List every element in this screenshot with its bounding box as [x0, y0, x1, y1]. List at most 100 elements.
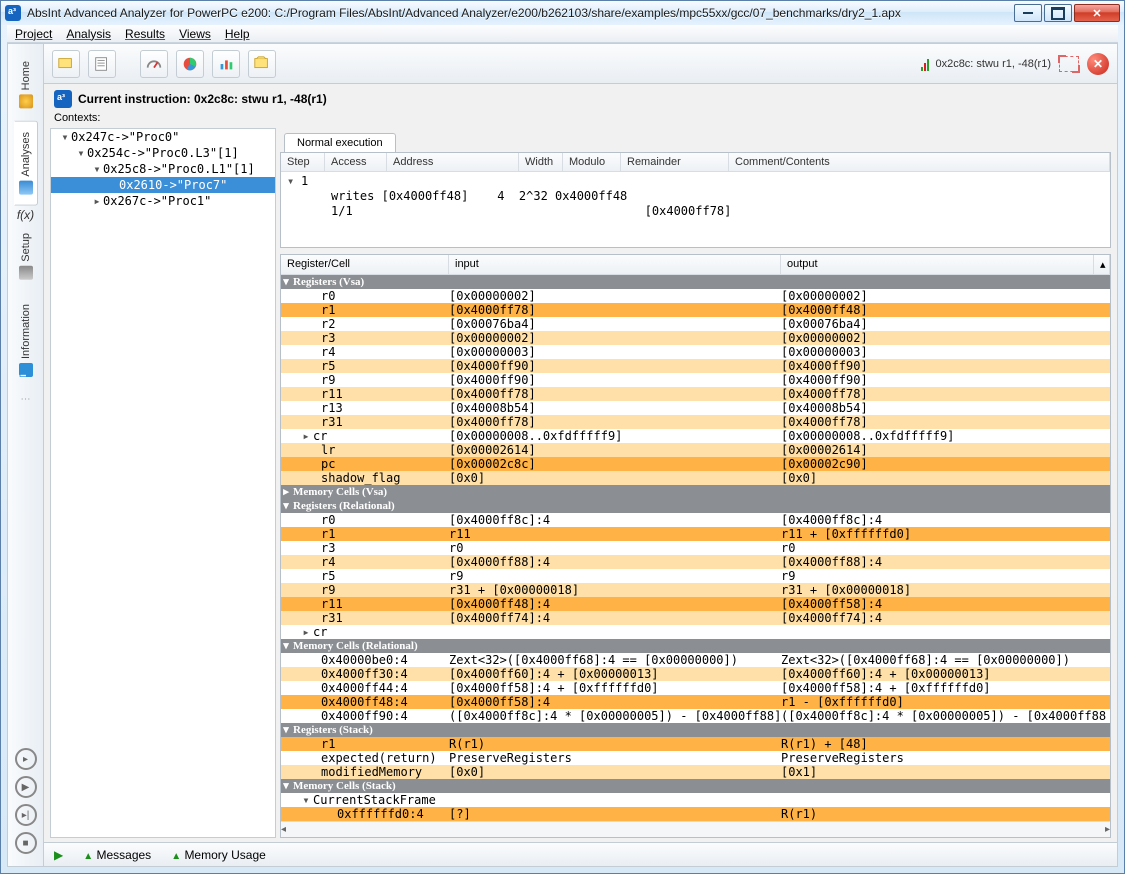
table-row[interactable]: r1R(r1)R(r1) + [48] [281, 737, 1110, 751]
maximize-button[interactable] [1044, 4, 1072, 22]
step-forward-button[interactable]: ▸ [15, 748, 37, 770]
table-row[interactable]: r5r9r9 [281, 569, 1110, 583]
col-step[interactable]: Step [281, 153, 325, 171]
table-row[interactable]: 0x4000ff48:4[0x4000ff58]:4r1 - [0xffffff… [281, 695, 1110, 709]
menu-help[interactable]: Help [225, 27, 250, 41]
tab-information[interactable]: Information [14, 293, 38, 388]
table-row[interactable]: r0[0x4000ff8c]:4[0x4000ff8c]:4 [281, 513, 1110, 527]
tab-analyses[interactable]: Analyses [14, 121, 38, 206]
table-row[interactable]: r13[0x40008b54][0x40008b54] [281, 401, 1110, 415]
tab-home[interactable]: Home [14, 50, 38, 119]
minimize-button[interactable] [1014, 4, 1042, 22]
wrench-icon [19, 266, 33, 280]
memory-usage-link[interactable]: ▲ Memory Usage [171, 848, 266, 862]
table-row[interactable]: r31[0x4000ff78][0x4000ff78] [281, 415, 1110, 429]
menu-bar: Project Analysis Results Views Help [7, 25, 1118, 43]
table-row[interactable]: r1r11r11 + [0xffffffd0] [281, 527, 1110, 541]
table-row[interactable]: r4[0x00000003][0x00000003] [281, 345, 1110, 359]
table-row[interactable]: r2[0x00076ba4][0x00076ba4] [281, 317, 1110, 331]
table-row[interactable]: r9r31 + [0x00000018]r31 + [0x00000018] [281, 583, 1110, 597]
toolbar-btn-1[interactable] [52, 50, 80, 78]
footer: ▶ ▲ Messages ▲ Memory Usage [44, 842, 1117, 866]
table-row[interactable]: r11[0x4000ff48]:4[0x4000ff58]:4 [281, 597, 1110, 611]
tree-row[interactable]: ▾0x247c->"Proc0" [51, 129, 275, 145]
table-row[interactable]: 0x4000ff90:4([0x4000ff8c]:4 * [0x0000000… [281, 709, 1110, 723]
table-row[interactable]: r0[0x00000002][0x00000002] [281, 289, 1110, 303]
exec-header: Step Access Address Width Modulo Remaind… [281, 153, 1110, 172]
section-header[interactable]: ▾Registers (Vsa) [281, 275, 1110, 289]
home-icon [19, 94, 33, 108]
table-row[interactable]: r3[0x00000002][0x00000002] [281, 331, 1110, 345]
menu-project[interactable]: Project [15, 27, 52, 41]
side-tabs: Home Analyses f(x) Setup Information ⋯ ▸… [8, 44, 44, 866]
table-row[interactable]: expected(return)PreserveRegistersPreserv… [281, 751, 1110, 765]
toolbar-btn-folder[interactable] [248, 50, 276, 78]
register-panel[interactable]: Register/Cell input output ▴ ▾Registers … [280, 254, 1111, 838]
table-row[interactable]: lr[0x00002614][0x00002614] [281, 443, 1110, 457]
table-row[interactable]: r4[0x4000ff88]:4[0x4000ff88]:4 [281, 555, 1110, 569]
toolbar-btn-pie[interactable] [176, 50, 204, 78]
col-register[interactable]: Register/Cell [281, 255, 449, 274]
section-header[interactable]: ▾Memory Cells (Stack) [281, 779, 1110, 793]
section-header[interactable]: ▾Memory Cells (Relational) [281, 639, 1110, 653]
menu-results[interactable]: Results [125, 27, 165, 41]
menu-analysis[interactable]: Analysis [66, 27, 111, 41]
run-icon[interactable]: ▶ [54, 848, 63, 862]
signal-icon [921, 57, 929, 71]
col-modulo[interactable]: Modulo [563, 153, 621, 171]
table-row[interactable]: ▸cr[0x00000008..0xfdfffff9][0x00000008..… [281, 429, 1110, 443]
table-row[interactable]: pc[0x00002c8c][0x00002c90] [281, 457, 1110, 471]
col-remainder[interactable]: Remainder [621, 153, 729, 171]
tree-row[interactable]: ▸0x267c->"Proc1" [51, 193, 275, 209]
section-header[interactable]: ▾Registers (Stack) [281, 723, 1110, 737]
table-row[interactable]: 0xffffffd0:4[?]R(r1) [281, 807, 1110, 821]
close-button[interactable] [1074, 4, 1120, 22]
table-row[interactable]: 0x4000ff44:4[0x4000ff58]:4 + [0xffffffd0… [281, 681, 1110, 695]
toolbar-btn-chart[interactable] [212, 50, 240, 78]
execution-panel: Step Access Address Width Modulo Remaind… [280, 152, 1111, 248]
brand-icon [54, 90, 72, 108]
table-row[interactable]: modifiedMemory[0x0][0x1] [281, 765, 1110, 779]
table-row[interactable]: r31[0x4000ff74]:4[0x4000ff74]:4 [281, 611, 1110, 625]
col-address[interactable]: Address [387, 153, 519, 171]
section-header[interactable]: ▸Memory Cells (Vsa) [281, 485, 1110, 499]
table-row[interactable]: r1[0x4000ff78][0x4000ff48] [281, 303, 1110, 317]
tree-row[interactable]: ▾0x254c->"Proc0.L3"[1] [51, 145, 275, 161]
tree-row[interactable]: ▾0x25c8->"Proc0.L1"[1] [51, 161, 275, 177]
play-button[interactable]: ▶ [15, 776, 37, 798]
tab-setup[interactable]: Setup [14, 222, 38, 291]
fx-icon[interactable]: f(x) [17, 208, 34, 222]
close-panel-button[interactable]: ✕ [1087, 53, 1109, 75]
toolbar-btn-gauge[interactable] [140, 50, 168, 78]
table-row[interactable]: r11[0x4000ff78][0x4000ff78] [281, 387, 1110, 401]
section-header[interactable]: ▾Registers (Relational) [281, 499, 1110, 513]
context-tree[interactable]: ▾0x247c->"Proc0"▾0x254c->"Proc0.L3"[1]▾0… [50, 128, 276, 838]
tab-normal-execution[interactable]: Normal execution [284, 133, 396, 152]
overflow-icon[interactable]: ⋯ [21, 394, 31, 405]
table-row[interactable]: ▸cr [281, 625, 1110, 639]
messages-link[interactable]: ▲ Messages [83, 848, 151, 862]
stop-button[interactable]: ■ [15, 832, 37, 854]
tree-row[interactable]: 0x2610->"Proc7" [51, 177, 275, 193]
col-input[interactable]: input [449, 255, 781, 274]
table-row[interactable]: ▾CurrentStackFrame [281, 793, 1110, 807]
table-row[interactable]: 0x4000ff30:4[0x4000ff60]:4 + [0x00000013… [281, 667, 1110, 681]
table-row[interactable]: r5[0x4000ff90][0x4000ff90] [281, 359, 1110, 373]
col-access[interactable]: Access [325, 153, 387, 171]
fullscreen-icon[interactable] [1059, 56, 1079, 72]
table-row[interactable]: r3r0r0 [281, 541, 1110, 555]
table-row[interactable]: shadow_flag[0x0][0x0] [281, 471, 1110, 485]
table-row[interactable]: 0x40000be0:4Zext<32>([0x4000ff68]:4 == [… [281, 653, 1110, 667]
step-last-button[interactable]: ▸| [15, 804, 37, 826]
scroll-up-icon[interactable]: ▴ [1094, 255, 1110, 274]
col-comment[interactable]: Comment/Contents [729, 153, 1110, 171]
col-width[interactable]: Width [519, 153, 563, 171]
current-instruction: Current instruction: 0x2c8c: stwu r1, -4… [78, 92, 327, 106]
col-output[interactable]: output [781, 255, 1094, 274]
menu-views[interactable]: Views [179, 27, 211, 41]
titlebar[interactable]: AbsInt Advanced Analyzer for PowerPC e20… [1, 1, 1124, 25]
h-scrollbar[interactable]: ◂▸ [281, 821, 1110, 837]
table-row[interactable]: r9[0x4000ff90][0x4000ff90] [281, 373, 1110, 387]
toolbar-btn-2[interactable] [88, 50, 116, 78]
register-rows: ▾Registers (Vsa)r0[0x00000002][0x0000000… [281, 275, 1110, 821]
